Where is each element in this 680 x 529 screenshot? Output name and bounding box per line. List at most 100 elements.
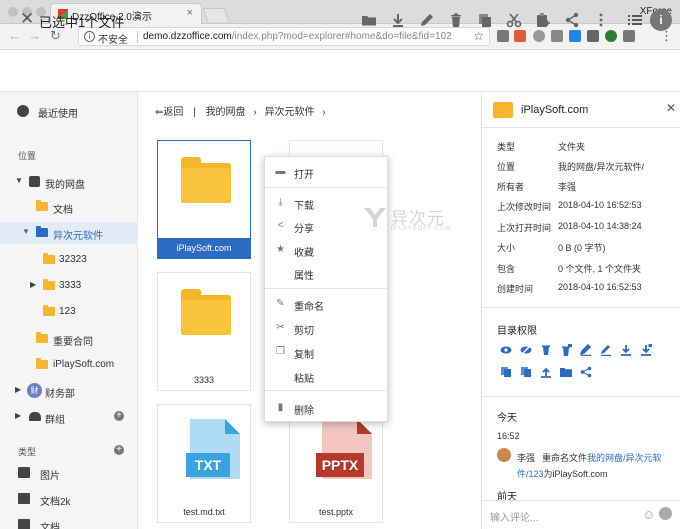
comment-input[interactable]: 输入评论... <box>490 509 538 524</box>
menu-item-copy[interactable]: ❐ 复制 <box>265 341 389 363</box>
sidebar-item-recent[interactable]: 最近使用 <box>0 100 138 122</box>
list-view-icon[interactable] <box>627 12 643 28</box>
selection-title: 已选中1个文件 <box>39 15 125 30</box>
menu-item-rename[interactable]: ✎ 重命名 <box>265 293 389 315</box>
detail-key: 位置 <box>497 162 516 172</box>
clear-selection-icon[interactable]: ✕ <box>20 9 34 29</box>
sidebar-item-subfolder[interactable]: 123 <box>0 301 138 323</box>
sidebar-item-docs[interactable]: 文档 <box>0 196 138 218</box>
breadcrumb-current[interactable]: 异次元软件 <box>264 107 314 118</box>
emoji-icon[interactable]: ☺ <box>642 507 655 522</box>
more-icon[interactable] <box>593 12 609 28</box>
menu-item-cut[interactable]: ✂ 剪切 <box>265 317 389 339</box>
bookmark-star-icon[interactable]: ☆ <box>473 29 484 43</box>
extension-icon[interactable] <box>533 30 545 42</box>
file-card[interactable]: TXT test.md.txt <box>157 404 251 523</box>
file-card[interactable]: 3333 <box>157 272 251 391</box>
extension-icon[interactable] <box>569 30 581 42</box>
extension-icon[interactable] <box>514 30 526 42</box>
menu-item-favorite[interactable]: ★ 收藏 <box>265 239 389 261</box>
extension-icon[interactable] <box>623 30 635 42</box>
sidebar-item-subfolder[interactable]: 32323 <box>0 249 138 271</box>
sidebar-item-label: iPlaySoft.com <box>53 359 115 370</box>
sidebar-item-docs3[interactable]: 文档 <box>0 514 138 529</box>
sidebar-item-groups[interactable]: ▶ 群组 + <box>0 406 138 428</box>
sidebar-item-important[interactable]: 重要合同 <box>0 328 138 350</box>
menu-item-label: 下载 <box>294 201 314 212</box>
watermark-logo-icon <box>364 208 386 227</box>
add-group-icon[interactable]: + <box>114 411 124 421</box>
sidebar-item-subfolder[interactable]: ▶ 3333 <box>0 275 138 297</box>
detail-value: 2018-04-10 16:52:53 <box>558 282 642 292</box>
detail-key: 类型 <box>497 142 516 152</box>
close-icon[interactable]: ✕ <box>666 101 676 115</box>
menu-item-properties[interactable]: 属性 <box>265 262 389 284</box>
copy-icon[interactable] <box>477 12 493 28</box>
extension-icon[interactable] <box>605 30 617 42</box>
download-permission-icon <box>620 344 632 356</box>
watermark-domain: IPLAYSOFT.COM <box>391 226 452 232</box>
close-window-button[interactable] <box>8 7 18 17</box>
share-icon[interactable] <box>564 12 580 28</box>
breadcrumb-root[interactable]: 我的网盘 <box>206 107 246 118</box>
send-icon[interactable] <box>659 507 672 520</box>
copy-all-permission-icon <box>520 366 532 378</box>
move-icon[interactable] <box>361 12 377 28</box>
extension-icon[interactable] <box>551 30 563 42</box>
menu-item-label: 打开 <box>294 170 314 181</box>
pencil-icon: ✎ <box>276 298 285 309</box>
sidebar-item-docs2k[interactable]: 文档2k <box>0 488 138 510</box>
info-icon[interactable]: i <box>84 31 95 42</box>
download-icon[interactable] <box>390 12 406 28</box>
back-link[interactable]: 返回 <box>163 107 183 118</box>
drive-icon <box>29 176 40 187</box>
caret-right-icon[interactable]: ▶ <box>30 280 36 289</box>
sidebar-item-label: 文档 <box>53 205 73 216</box>
sidebar-item-my-drive[interactable]: ▼ 我的网盘 <box>0 171 138 193</box>
extension-icon[interactable] <box>497 30 509 42</box>
sidebar-item-images[interactable]: 图片 <box>0 462 138 484</box>
back-arrow-icon[interactable]: ← <box>8 28 21 43</box>
sidebar-item-label: 群组 <box>45 415 65 426</box>
menu-item-delete[interactable]: ▮ 删除 <box>265 397 389 419</box>
pptx-badge: PPTX <box>316 453 364 477</box>
sidebar-item-label: 文档2k <box>40 497 71 508</box>
sidebar-item-label: 我的网盘 <box>45 180 85 191</box>
copy-icon: ❐ <box>276 346 285 357</box>
folder-icon <box>493 102 513 118</box>
sidebar-item-label: 32323 <box>59 254 87 265</box>
menu-item-open[interactable]: ▬ 打开 <box>265 161 389 183</box>
menu-divider <box>265 288 389 289</box>
chevron-right-icon: › <box>322 107 326 118</box>
new-tab-button[interactable] <box>202 8 230 22</box>
delete-permission-icon <box>540 344 552 356</box>
divider <box>482 127 680 128</box>
caret-right-icon[interactable]: ▶ <box>15 385 21 394</box>
file-card-selected[interactable]: iPlaySoft.com <box>157 140 251 259</box>
activity-text: 重命名文件 <box>542 453 588 463</box>
info-icon[interactable]: i <box>650 9 672 31</box>
edit-icon[interactable] <box>419 12 435 28</box>
address-bar[interactable]: i 不安全 demo.dzzoffice.com/index.php?mod=e… <box>78 27 490 46</box>
menu-item-label: 剪切 <box>294 326 314 337</box>
menu-item-paste[interactable]: 粘贴 <box>265 365 389 387</box>
section-heading-type-row: 类型 + <box>0 440 138 462</box>
txt-badge: TXT <box>186 453 230 477</box>
add-type-icon[interactable]: + <box>114 445 124 455</box>
tab-close-icon[interactable]: × <box>187 7 193 19</box>
extension-icon[interactable] <box>587 30 599 42</box>
upload-permission-icon <box>540 366 552 378</box>
sidebar-item-iplaysoft[interactable]: iPlaySoft.com <box>0 354 138 376</box>
caret-right-icon[interactable]: ▶ <box>15 411 21 420</box>
caret-down-icon[interactable]: ▼ <box>15 176 23 185</box>
paste-icon[interactable] <box>535 12 551 28</box>
delete-icon[interactable] <box>448 12 464 28</box>
sidebar-item-finance[interactable]: ▶ 财 财务部 <box>0 380 138 402</box>
caret-down-icon[interactable]: ▼ <box>22 227 30 236</box>
cut-icon[interactable] <box>506 12 522 28</box>
url-text: demo.dzzoffice.com/index.php?mod=explore… <box>143 31 452 42</box>
menu-divider <box>265 187 389 188</box>
sidebar-item-active-folder[interactable]: ▼ 异次元软件 <box>0 222 138 244</box>
sidebar-item-label: 最近使用 <box>38 109 78 120</box>
star-icon: ★ <box>276 244 285 255</box>
